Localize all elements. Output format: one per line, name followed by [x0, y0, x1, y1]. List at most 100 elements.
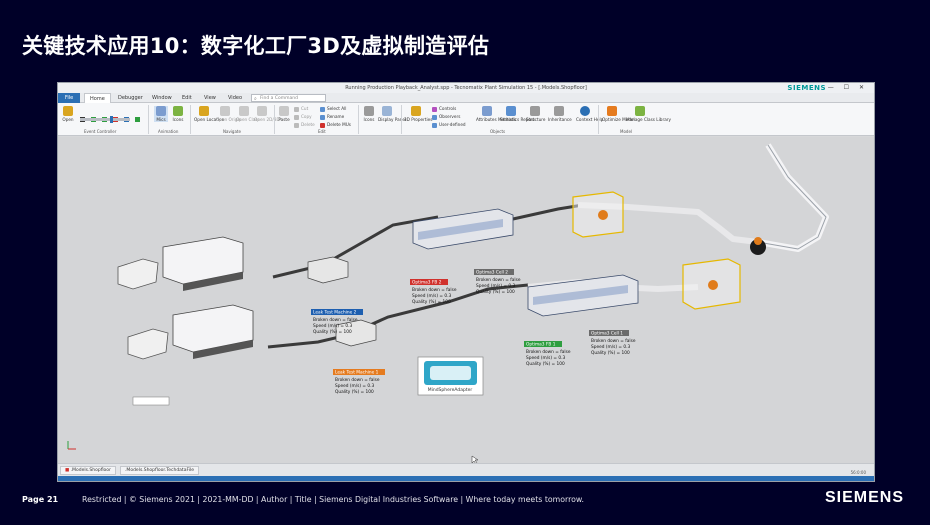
svg-text:Optima3 FB 1: Optima3 FB 1: [526, 342, 556, 348]
cube-icon: [257, 106, 267, 116]
delete-button[interactable]: Delete: [294, 122, 315, 128]
svg-text:Quality (%) = 100: Quality (%) = 100: [526, 361, 565, 367]
menu-view[interactable]: View: [204, 95, 216, 101]
bin-upper: [117, 258, 159, 290]
group-objects: Objects: [490, 129, 506, 134]
3d-viewport[interactable]: MindSphereAdapter Leak Test Machine 2 Br…: [58, 137, 874, 465]
status-strip: [58, 476, 874, 481]
open-2d3d-button[interactable]: Open 2D/3D: [254, 106, 280, 122]
group-animation: Animation: [158, 129, 179, 134]
3d-box-icon: [411, 106, 421, 116]
menu-window[interactable]: Window: [152, 95, 172, 101]
coordinate-widget: [132, 396, 170, 406]
icons-button[interactable]: Icons: [362, 106, 376, 122]
scissors-icon: [294, 106, 299, 112]
observers-icon: [432, 114, 437, 120]
optima3-cell2: [572, 191, 624, 238]
paste-button[interactable]: Paste: [277, 106, 291, 122]
structure-button[interactable]: Structure: [526, 106, 545, 122]
open-location-button[interactable]: Open Location: [194, 106, 224, 122]
sim-time: 56:0:00: [850, 470, 866, 475]
svg-text:Quality (%) = 100: Quality (%) = 100: [412, 299, 451, 305]
svg-text:Quality (%) = 100: Quality (%) = 100: [591, 350, 630, 356]
group-event-controller: Event Controller: [84, 129, 117, 134]
group-edit: Edit: [318, 129, 326, 134]
svg-text:Broken down = false: Broken down = false: [335, 377, 380, 383]
svg-text:Broken down = false: Broken down = false: [313, 317, 358, 323]
svg-text:Quality (%) = 100: Quality (%) = 100: [313, 329, 352, 335]
bin-lower: [127, 328, 169, 360]
svg-text:Speed (m/s) = 0.3: Speed (m/s) = 0.3: [476, 283, 515, 289]
speed-slider[interactable]: [80, 116, 130, 123]
leak-test-machine-2: [307, 256, 349, 284]
rename-icon: [320, 114, 325, 120]
open-origin-button[interactable]: Open Origin: [216, 106, 241, 122]
controls-button[interactable]: Controls: [432, 106, 456, 112]
clipboard-icon: [279, 106, 289, 116]
real-time-icon[interactable]: [135, 117, 141, 122]
slide-title: 关键技术应用10：数字化工厂3D及虚拟制造评估: [22, 34, 490, 58]
robot-arm-cell2: [598, 210, 608, 220]
icons-toggle-button[interactable]: Icons: [171, 106, 185, 122]
library-icon: [635, 106, 645, 116]
ribbon: Open Event Controller Mics Icons Animati…: [58, 103, 874, 136]
inheritance-button[interactable]: Inheritance: [548, 106, 572, 122]
label-optima3-fb2: Optima3 FB 2 Broken down = false Speed (…: [410, 279, 457, 305]
svg-text:Broken down = false: Broken down = false: [526, 349, 571, 355]
user-defined-button[interactable]: User-defined: [432, 122, 466, 128]
page-number: Page 21: [22, 495, 59, 504]
svg-text:Leak Test Machine 2: Leak Test Machine 2: [313, 310, 357, 316]
attributes-methods-button[interactable]: Attributes Methods: [476, 106, 516, 122]
adapter-label: MindSphereAdapter: [428, 387, 473, 393]
help-icon: [580, 106, 590, 116]
menu-video[interactable]: Video: [228, 95, 242, 101]
group-navigate: Navigate: [223, 129, 241, 134]
mics-button[interactable]: Mics: [154, 106, 168, 122]
menu-file[interactable]: File: [58, 93, 80, 103]
window-title: Running Production Playback_Analyst.spp …: [345, 85, 587, 91]
manage-class-library-button[interactable]: Manage Class Library: [626, 106, 671, 122]
find-command-input[interactable]: ⌕ Find a Command: [251, 94, 326, 102]
delete-icon: [294, 122, 299, 128]
group-model: Model: [620, 129, 633, 134]
label-leak-test-machine-1: Leak Test Machine 1 Broken down = false …: [333, 369, 385, 395]
open-button[interactable]: Open: [61, 106, 75, 122]
svg-text:Quality (%) = 100: Quality (%) = 100: [335, 389, 374, 395]
mics-icon: [156, 106, 166, 116]
user-defined-icon: [432, 122, 437, 128]
svg-text:Optima3 FB 2: Optima3 FB 2: [412, 280, 442, 286]
menu-home[interactable]: Home: [84, 93, 111, 103]
display-panel-button[interactable]: Display Panel: [378, 106, 406, 122]
copy-icon: [294, 114, 299, 120]
delete-mus-button[interactable]: Delete MUs: [320, 122, 351, 128]
location-icon: [199, 106, 209, 116]
statistics-report-button[interactable]: Statistics Report: [500, 106, 534, 122]
observers-button[interactable]: Observers: [432, 114, 460, 120]
siemens-logo: SIEMENS: [824, 489, 904, 506]
svg-text:Broken down = false: Broken down = false: [412, 287, 457, 293]
menu-debugger[interactable]: Debugger: [118, 95, 143, 101]
3d-properties-button[interactable]: 3D Properties: [404, 106, 432, 122]
svg-text:Speed (m/s) = 0.3: Speed (m/s) = 0.3: [526, 355, 565, 361]
window-controls[interactable]: — ☐ ✕: [828, 84, 868, 91]
rename-button[interactable]: Rename: [320, 114, 344, 120]
controls-icon: [432, 106, 437, 112]
svg-text:Speed (m/s) = 0.3: Speed (m/s) = 0.3: [313, 323, 352, 329]
tab-techdatafile[interactable]: .Models.Shopfloor.TechdataFile: [120, 466, 199, 475]
delete-mus-icon: [320, 122, 325, 128]
select-all-button[interactable]: Select All: [320, 106, 346, 112]
origin-icon: [220, 106, 230, 116]
report-icon: [506, 106, 516, 116]
svg-text:Speed (m/s) = 0.3: Speed (m/s) = 0.3: [412, 293, 451, 299]
cut-button[interactable]: Cut: [294, 106, 308, 112]
label-optima3-cell2: Optima3 Cell 2 Broken down = false Speed…: [474, 269, 521, 295]
menu-edit[interactable]: Edit: [182, 95, 192, 101]
copy-button[interactable]: Copy: [294, 114, 312, 120]
svg-text:Quality (%) = 100: Quality (%) = 100: [476, 289, 515, 295]
context-help-button[interactable]: Context Help: [576, 106, 603, 122]
footer-text: Restricted | © Siemens 2021 | 2021-MM-DD…: [82, 495, 585, 504]
speed-slider-thumb[interactable]: [110, 116, 113, 123]
optimize-model-button[interactable]: Optimize Model: [602, 106, 635, 122]
tab-shopfloor[interactable]: ■ .Models.Shopfloor: [60, 466, 116, 475]
open-class-button[interactable]: Open Class: [236, 106, 260, 122]
